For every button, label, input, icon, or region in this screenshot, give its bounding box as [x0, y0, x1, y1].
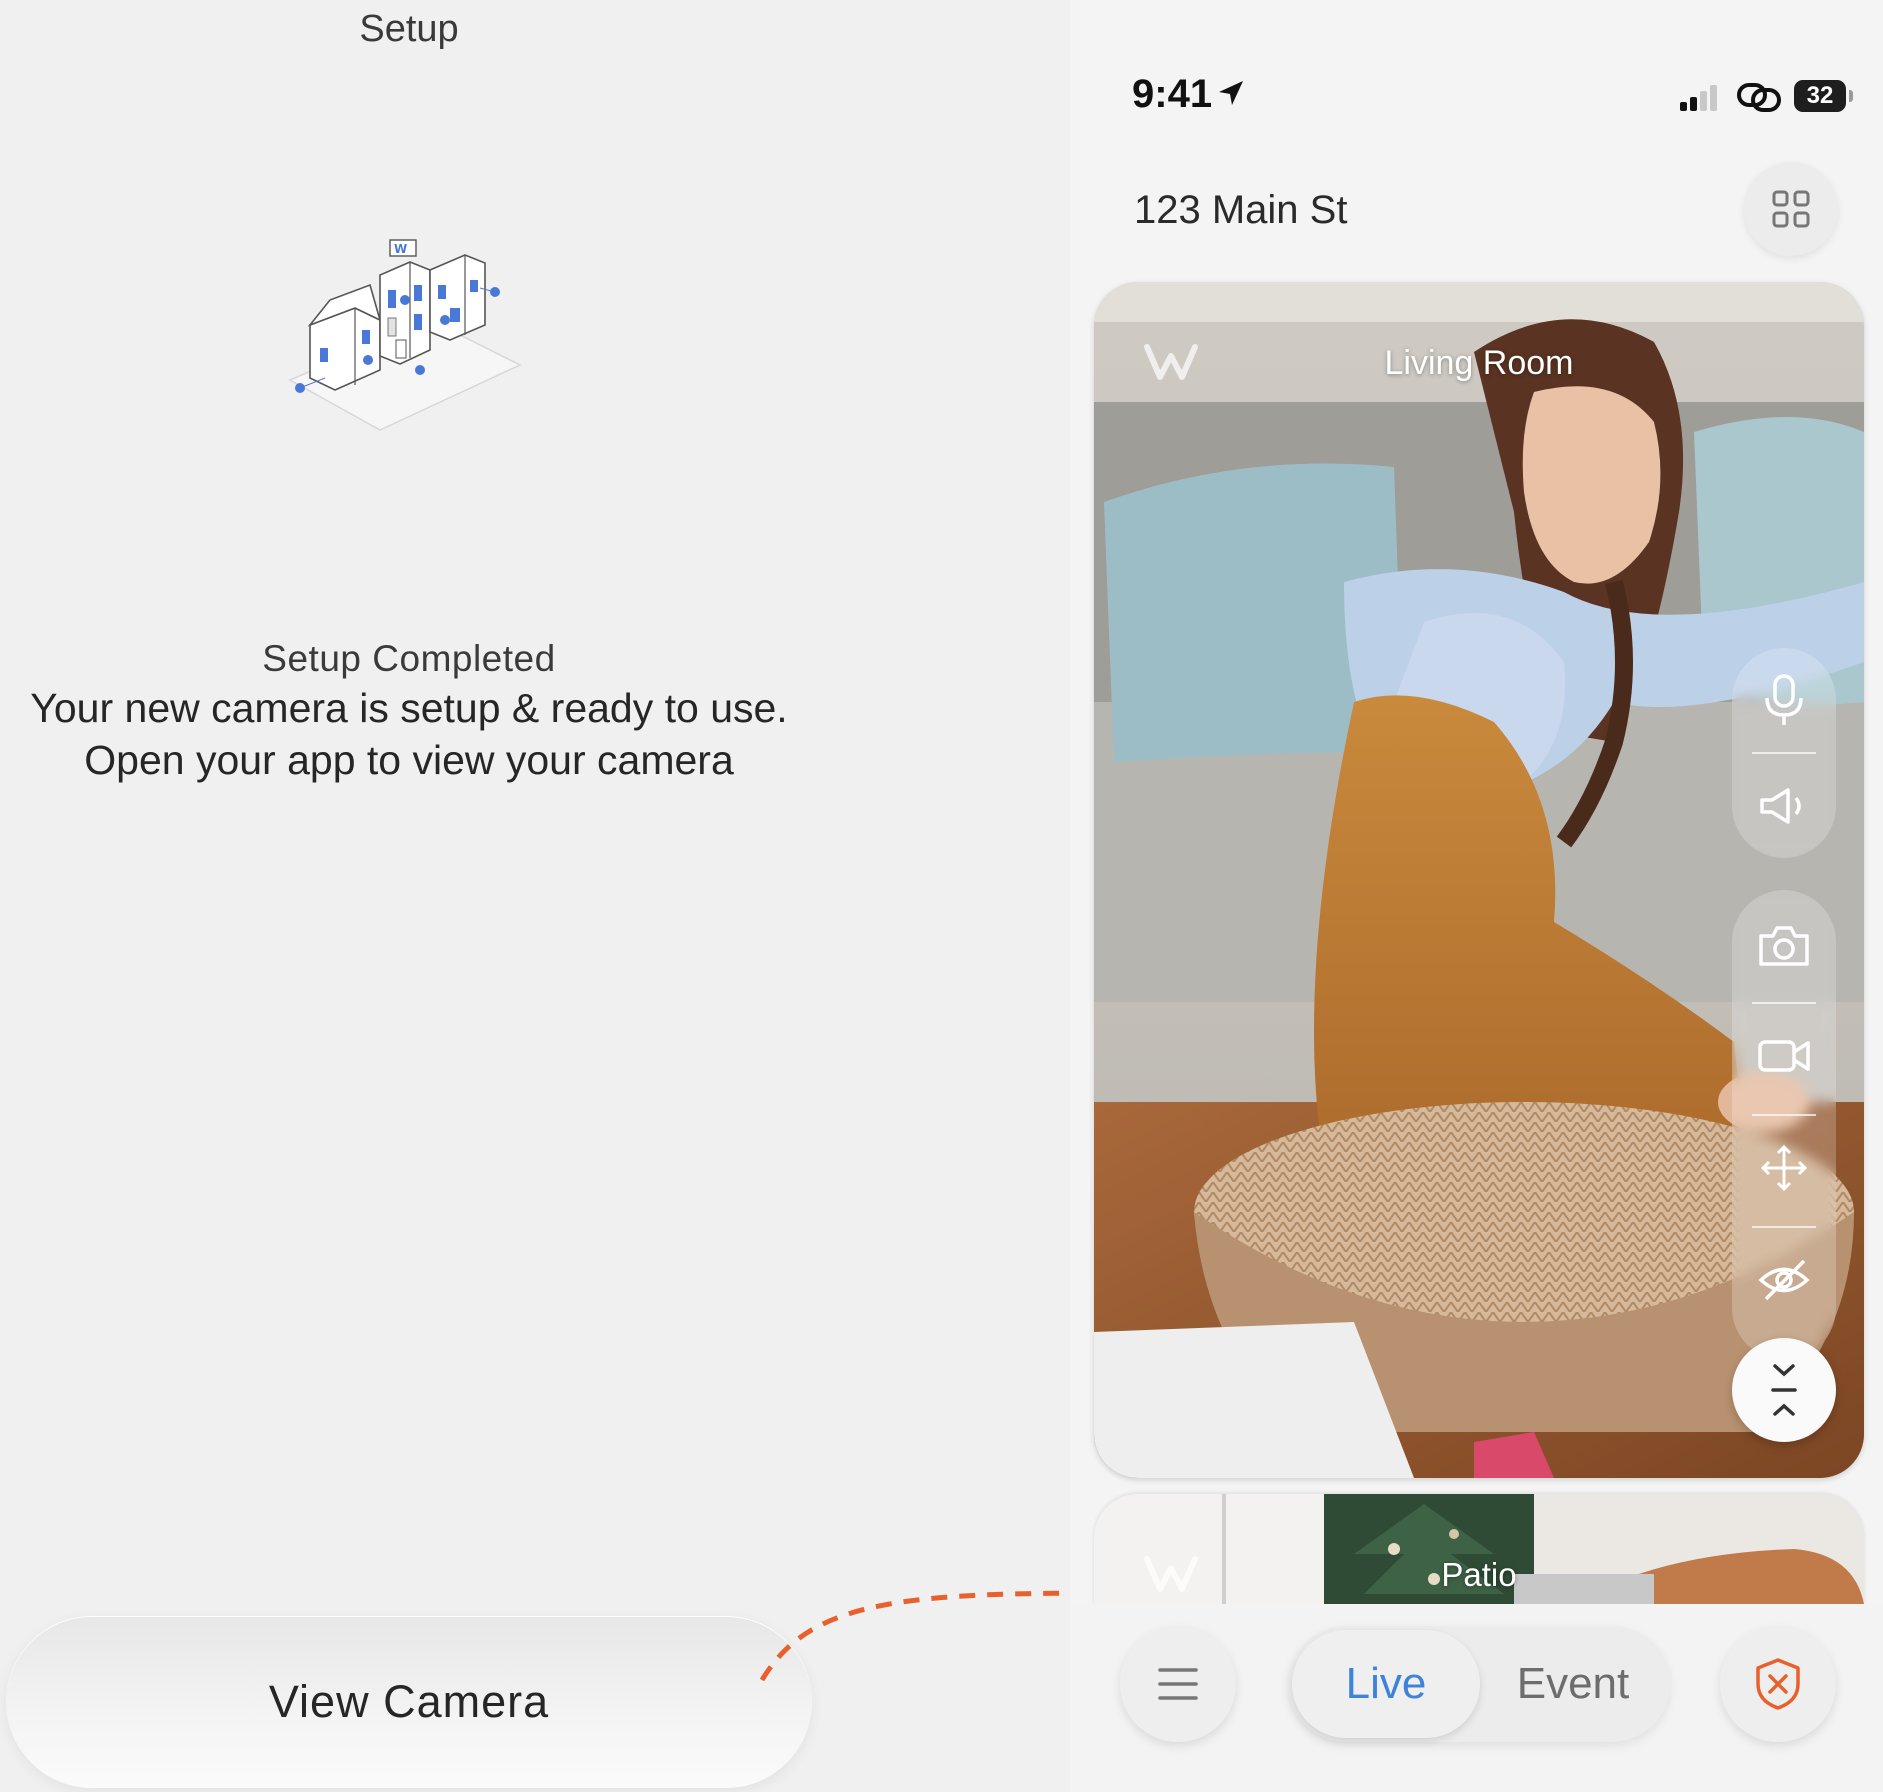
audio-controls — [1732, 648, 1836, 858]
camera-name-living-room: Living Room — [1384, 344, 1574, 382]
microphone-icon — [1765, 674, 1803, 725]
grid-view-button[interactable] — [1744, 162, 1838, 256]
collapse-icon — [1771, 1364, 1797, 1416]
battery-tip — [1849, 90, 1853, 102]
location-arrow-icon — [1219, 81, 1243, 105]
snapshot-button[interactable] — [1732, 894, 1836, 998]
record-button[interactable] — [1732, 1004, 1836, 1108]
speaker-icon — [1760, 788, 1801, 824]
camera-icon — [1759, 926, 1809, 966]
microphone-button[interactable] — [1732, 648, 1836, 752]
signal-icon — [1680, 85, 1717, 111]
privacy-button[interactable] — [1732, 1228, 1836, 1332]
tab-live[interactable]: Live — [1292, 1630, 1480, 1738]
live-event-toggle: Live Event — [1288, 1626, 1670, 1742]
speaker-button[interactable] — [1732, 754, 1836, 858]
camera-card-patio[interactable]: Patio — [1094, 1494, 1864, 1604]
link-icon — [1737, 83, 1781, 112]
camera-card-living-room[interactable]: Living Room — [1094, 282, 1864, 1478]
collapse-controls-button[interactable] — [1732, 1338, 1836, 1442]
tab-event[interactable]: Event — [1480, 1630, 1666, 1738]
camera-name-patio: Patio — [1441, 1556, 1517, 1593]
battery-indicator: 32 — [1794, 80, 1846, 112]
address-title: 123 Main St — [1134, 188, 1348, 232]
eye-off-icon — [1758, 1259, 1810, 1301]
hamburger-menu-icon — [1158, 1668, 1198, 1700]
phone-screen: 9:41 32 123 Main St Living Room Patio Li… — [1070, 0, 1883, 1792]
video-icon — [1758, 1040, 1810, 1072]
camera-controls — [1732, 890, 1836, 1360]
move-icon — [1760, 1144, 1808, 1192]
menu-button[interactable] — [1120, 1626, 1236, 1742]
pan-tilt-button[interactable] — [1732, 1116, 1836, 1220]
bottom-navigation: Live Event — [1070, 1604, 1883, 1792]
grid-icon — [1772, 190, 1810, 228]
status-time: 9:41 — [1132, 72, 1213, 116]
security-shield-button[interactable] — [1720, 1626, 1836, 1742]
shield-x-icon — [1756, 1658, 1800, 1710]
